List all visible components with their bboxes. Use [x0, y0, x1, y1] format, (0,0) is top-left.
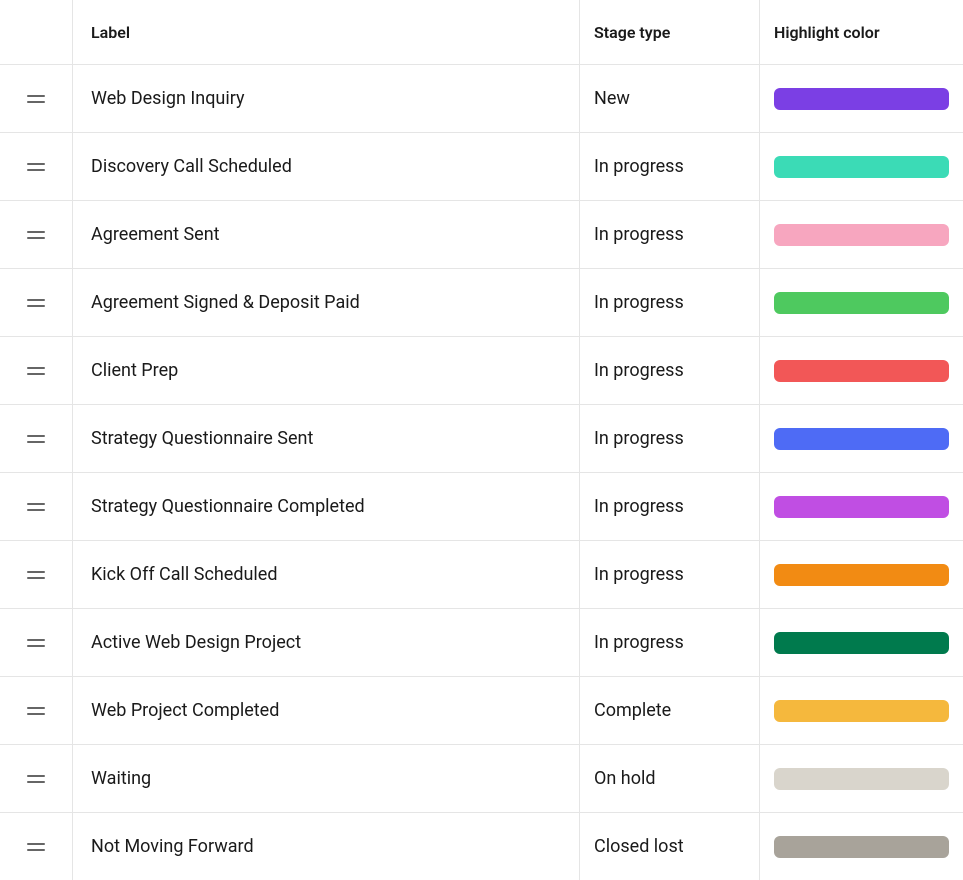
color-swatch[interactable] [774, 156, 949, 178]
row-color-cell [760, 201, 963, 268]
table-row: Agreement SentIn progress [0, 200, 963, 268]
color-swatch[interactable] [774, 564, 949, 586]
row-stage[interactable]: In progress [580, 133, 760, 200]
table-row: Strategy Questionnaire CompletedIn progr… [0, 472, 963, 540]
row-label[interactable]: Strategy Questionnaire Completed [73, 473, 580, 540]
color-swatch[interactable] [774, 360, 949, 382]
row-label[interactable]: Web Project Completed [73, 677, 580, 744]
table-row: Discovery Call ScheduledIn progress [0, 132, 963, 200]
drag-handle-icon[interactable] [27, 163, 45, 171]
header-stage: Stage type [580, 0, 760, 64]
row-color-cell [760, 541, 963, 608]
color-swatch[interactable] [774, 88, 949, 110]
table-row: Web Design InquiryNew [0, 64, 963, 132]
row-stage[interactable]: In progress [580, 541, 760, 608]
row-color-cell [760, 405, 963, 472]
drag-handle-icon[interactable] [27, 435, 45, 443]
drag-handle-icon[interactable] [27, 95, 45, 103]
row-label[interactable]: Strategy Questionnaire Sent [73, 405, 580, 472]
row-stage[interactable]: In progress [580, 337, 760, 404]
table-row: Web Project CompletedComplete [0, 676, 963, 744]
row-color-cell [760, 269, 963, 336]
drag-handle-icon[interactable] [27, 571, 45, 579]
stages-table: Label Stage type Highlight color Web Des… [0, 0, 963, 880]
color-swatch[interactable] [774, 700, 949, 722]
drag-handle-icon[interactable] [27, 367, 45, 375]
drag-handle-icon[interactable] [27, 299, 45, 307]
row-stage[interactable]: Complete [580, 677, 760, 744]
row-label[interactable]: Discovery Call Scheduled [73, 133, 580, 200]
drag-handle-cell [0, 201, 73, 268]
row-label[interactable]: Agreement Sent [73, 201, 580, 268]
row-stage[interactable]: In progress [580, 201, 760, 268]
row-color-cell [760, 473, 963, 540]
row-label[interactable]: Active Web Design Project [73, 609, 580, 676]
drag-handle-cell [0, 405, 73, 472]
table-row: Strategy Questionnaire SentIn progress [0, 404, 963, 472]
header-label: Label [73, 0, 580, 64]
drag-handle-icon[interactable] [27, 503, 45, 511]
header-color: Highlight color [760, 0, 963, 64]
row-stage[interactable]: On hold [580, 745, 760, 812]
row-label[interactable]: Kick Off Call Scheduled [73, 541, 580, 608]
table-row: Client PrepIn progress [0, 336, 963, 404]
color-swatch[interactable] [774, 428, 949, 450]
color-swatch[interactable] [774, 224, 949, 246]
row-stage[interactable]: New [580, 65, 760, 132]
drag-handle-cell [0, 473, 73, 540]
row-color-cell [760, 133, 963, 200]
row-stage[interactable]: In progress [580, 473, 760, 540]
table-row: Active Web Design ProjectIn progress [0, 608, 963, 676]
row-color-cell [760, 337, 963, 404]
table-header-row: Label Stage type Highlight color [0, 0, 963, 64]
row-label[interactable]: Web Design Inquiry [73, 65, 580, 132]
color-swatch[interactable] [774, 292, 949, 314]
color-swatch[interactable] [774, 496, 949, 518]
row-stage[interactable]: In progress [580, 269, 760, 336]
row-label[interactable]: Client Prep [73, 337, 580, 404]
color-swatch[interactable] [774, 768, 949, 790]
drag-handle-icon[interactable] [27, 639, 45, 647]
drag-handle-icon[interactable] [27, 231, 45, 239]
row-color-cell [760, 677, 963, 744]
drag-handle-cell [0, 541, 73, 608]
drag-handle-cell [0, 65, 73, 132]
drag-handle-cell [0, 337, 73, 404]
header-handle-col [0, 0, 73, 64]
row-color-cell [760, 609, 963, 676]
drag-handle-icon[interactable] [27, 843, 45, 851]
drag-handle-cell [0, 133, 73, 200]
color-swatch[interactable] [774, 836, 949, 858]
table-row: Kick Off Call ScheduledIn progress [0, 540, 963, 608]
table-row: WaitingOn hold [0, 744, 963, 812]
drag-handle-cell [0, 745, 73, 812]
row-stage[interactable]: In progress [580, 609, 760, 676]
table-row: Agreement Signed & Deposit PaidIn progre… [0, 268, 963, 336]
color-swatch[interactable] [774, 632, 949, 654]
row-stage[interactable]: In progress [580, 405, 760, 472]
drag-handle-icon[interactable] [27, 775, 45, 783]
drag-handle-icon[interactable] [27, 707, 45, 715]
row-color-cell [760, 65, 963, 132]
drag-handle-cell [0, 269, 73, 336]
row-color-cell [760, 745, 963, 812]
drag-handle-cell [0, 677, 73, 744]
row-label[interactable]: Agreement Signed & Deposit Paid [73, 269, 580, 336]
row-label[interactable]: Waiting [73, 745, 580, 812]
rows-container: Web Design InquiryNewDiscovery Call Sche… [0, 64, 963, 880]
drag-handle-cell [0, 609, 73, 676]
